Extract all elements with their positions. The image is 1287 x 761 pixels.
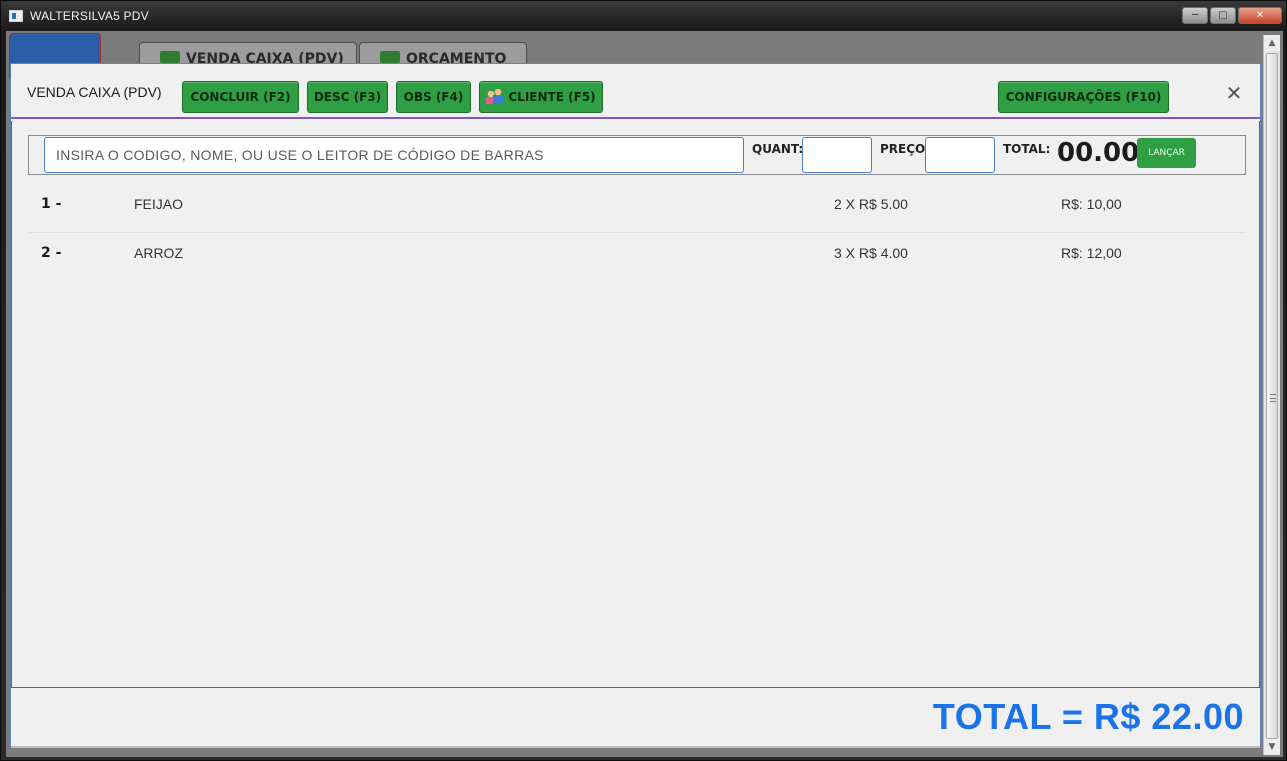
app-window-icon xyxy=(9,10,23,22)
entry-bar: QUANT: PREÇO: TOTAL: 00.00 LANÇAR xyxy=(28,135,1246,175)
close-icon[interactable]: ✕ xyxy=(1223,81,1245,105)
list-item[interactable]: 1 - FEIJAO 2 X R$ 5.00 R$: 10,00 xyxy=(28,184,1246,233)
modal-header: VENDA CAIXA (PDV) CONCLUIR (F2) DESC (F3… xyxy=(11,64,1260,119)
product-search-input[interactable] xyxy=(44,137,744,173)
concluir-button[interactable]: CONCLUIR (F2) xyxy=(182,81,299,113)
scroll-up-icon[interactable]: ▲ xyxy=(1264,35,1280,51)
item-quantity-price: 2 X R$ 5.00 xyxy=(834,196,908,212)
cliente-button[interactable]: CLIENTE (F5) xyxy=(479,81,603,113)
configuracoes-button[interactable]: CONFIGURAÇÕES (F10) xyxy=(998,81,1169,113)
items-list: 1 - FEIJAO 2 X R$ 5.00 R$: 10,00 2 - ARR… xyxy=(28,184,1246,282)
preco-label: PREÇO: xyxy=(880,142,931,156)
item-name: ARROZ xyxy=(134,245,183,261)
title-bar[interactable]: WALTERSILVA5 PDV ─ □ ✕ xyxy=(1,1,1287,31)
item-number: 1 - xyxy=(41,196,62,212)
list-item[interactable]: 2 - ARROZ 3 X R$ 4.00 R$: 12,00 xyxy=(28,233,1246,282)
total-label: TOTAL: xyxy=(1003,142,1051,156)
pdv-modal: VENDA CAIXA (PDV) CONCLUIR (F2) DESC (F3… xyxy=(10,63,1261,748)
scroll-thumb[interactable] xyxy=(1266,53,1278,739)
grand-total: TOTAL = R$ 22.00 xyxy=(932,696,1244,737)
minimize-button[interactable]: ─ xyxy=(1182,7,1208,24)
grip-icon xyxy=(1270,394,1276,402)
scroll-down-icon[interactable]: ▼ xyxy=(1264,739,1280,755)
cash-register-icon xyxy=(380,51,400,63)
lancar-button[interactable]: LANÇAR xyxy=(1137,138,1196,168)
item-subtotal: R$: 10,00 xyxy=(1061,196,1122,212)
item-subtotal: R$: 12,00 xyxy=(1061,245,1122,261)
window-close-button[interactable]: ✕ xyxy=(1238,7,1282,24)
quantity-input[interactable] xyxy=(802,137,872,173)
modal-bottom-edge xyxy=(11,746,1260,748)
maximize-button[interactable]: □ xyxy=(1210,7,1236,24)
cash-register-icon xyxy=(160,51,180,63)
item-number: 2 - xyxy=(41,245,62,261)
modal-title: VENDA CAIXA (PDV) xyxy=(27,84,162,100)
item-name: FEIJAO xyxy=(134,196,184,212)
window-controls: ─ □ ✕ xyxy=(1182,7,1282,24)
app-window: WALTERSILVA5 PDV ─ □ ✕ VENDA CAIXA (PDV)… xyxy=(0,0,1287,761)
people-icon xyxy=(486,89,504,105)
window-title: WALTERSILVA5 PDV xyxy=(30,9,149,23)
modal-body: QUANT: PREÇO: TOTAL: 00.00 LANÇAR 1 - FE… xyxy=(11,121,1260,688)
cliente-label: CLIENTE (F5) xyxy=(508,90,596,104)
desc-button[interactable]: DESC (F3) xyxy=(307,81,388,113)
entry-total-value: 00.00 xyxy=(1057,138,1140,168)
price-input[interactable] xyxy=(925,137,995,173)
vertical-scrollbar[interactable]: ▲ ▼ xyxy=(1263,35,1280,755)
item-quantity-price: 3 X R$ 4.00 xyxy=(834,245,908,261)
obs-button[interactable]: OBS (F4) xyxy=(396,81,471,113)
quant-label: QUANT: xyxy=(752,142,804,156)
